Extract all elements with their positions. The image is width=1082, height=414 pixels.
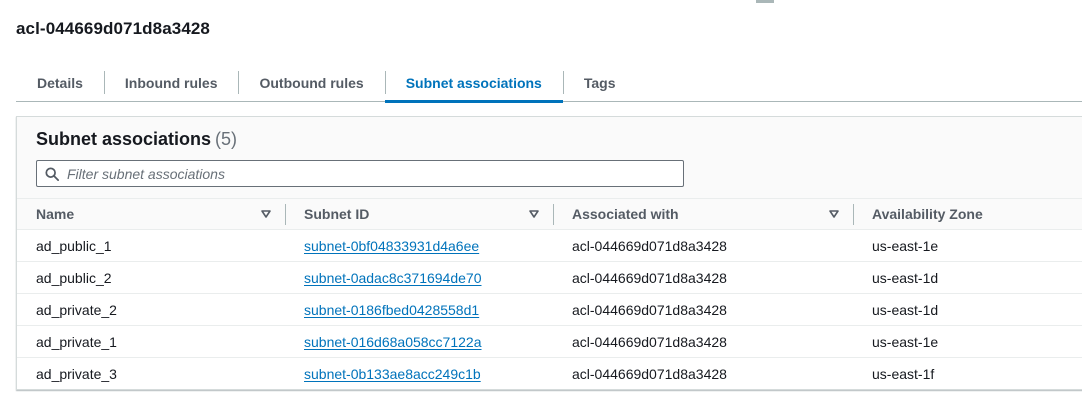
cell-associated-with: acl-044669d071d8a3428 bbox=[572, 237, 727, 254]
cell-associated-with: acl-044669d071d8a3428 bbox=[572, 301, 727, 318]
subnet-link[interactable]: subnet-0adac8c371694de70 bbox=[304, 270, 482, 286]
cell-name: ad_public_1 bbox=[36, 237, 112, 254]
cell-subnet-id: subnet-0b133ae8acc249c1b bbox=[285, 358, 553, 390]
column-label: Subnet ID bbox=[304, 206, 370, 222]
tab-details[interactable]: Details bbox=[16, 64, 104, 101]
column-header-availability-zone[interactable]: Availability Zone bbox=[853, 198, 1082, 230]
column-label: Availability Zone bbox=[872, 206, 983, 222]
cell-name: ad_public_2 bbox=[36, 269, 112, 286]
cell-name: ad_private_2 bbox=[36, 301, 117, 318]
subnet-link[interactable]: subnet-016d68a058cc7122a bbox=[304, 334, 482, 350]
panel-count: (5) bbox=[215, 129, 238, 149]
cell-name: ad_private_1 bbox=[36, 333, 117, 350]
table-row[interactable]: ad_public_2 subnet-0adac8c371694de70 acl… bbox=[17, 262, 1082, 294]
column-label: Associated with bbox=[572, 206, 679, 222]
table-row[interactable]: ad_private_2 subnet-0186fbed0428558d1 ac… bbox=[17, 294, 1082, 326]
column-header-name[interactable]: Name bbox=[17, 198, 285, 230]
cell-subnet-id: subnet-016d68a058cc7122a bbox=[285, 326, 553, 358]
cell-subnet-id: subnet-0bf04833931d4a6ee bbox=[285, 230, 553, 262]
cell-availability-zone: us-east-1e bbox=[872, 237, 939, 254]
table-row[interactable]: ad_private_3 subnet-0b133ae8acc249c1b ac… bbox=[17, 358, 1082, 390]
table-row[interactable]: ad_private_1 subnet-016d68a058cc7122a ac… bbox=[17, 326, 1082, 358]
subnet-associations-table: Name Subnet ID Associated with Availabil… bbox=[17, 198, 1082, 390]
cell-availability-zone: us-east-1d bbox=[872, 301, 939, 318]
table-row[interactable]: ad_public_1 subnet-0bf04833931d4a6ee acl… bbox=[17, 230, 1082, 262]
cell-availability-zone: us-east-1f bbox=[872, 365, 935, 382]
cell-availability-zone: us-east-1d bbox=[872, 269, 939, 286]
page: acl-044669d071d8a3428 Details Inbound ru… bbox=[0, 0, 1082, 414]
search-icon bbox=[37, 161, 67, 186]
filter-box[interactable] bbox=[36, 160, 684, 187]
caret-down-icon[interactable] bbox=[528, 208, 540, 220]
tab-bar: Details Inbound rules Outbound rules Sub… bbox=[16, 64, 1082, 103]
column-label: Name bbox=[36, 206, 75, 222]
cell-associated-with: acl-044669d071d8a3428 bbox=[572, 269, 727, 286]
subnet-associations-panel: Subnet associations(5) Name bbox=[16, 116, 1082, 390]
cell-associated-with: acl-044669d071d8a3428 bbox=[572, 333, 727, 350]
cell-associated-with: acl-044669d071d8a3428 bbox=[572, 365, 727, 382]
caret-down-icon[interactable] bbox=[828, 208, 840, 220]
scroll-indicator bbox=[756, 0, 774, 3]
column-header-subnet-id[interactable]: Subnet ID bbox=[285, 198, 553, 230]
page-title: acl-044669d071d8a3428 bbox=[16, 19, 210, 38]
table-header-row: Name Subnet ID Associated with Availabil… bbox=[17, 198, 1082, 230]
caret-down-icon[interactable] bbox=[260, 208, 272, 220]
cell-subnet-id: subnet-0186fbed0428558d1 bbox=[285, 294, 553, 326]
subnet-link[interactable]: subnet-0186fbed0428558d1 bbox=[304, 302, 479, 318]
tab-inbound-rules[interactable]: Inbound rules bbox=[103, 64, 239, 101]
column-header-associated-with[interactable]: Associated with bbox=[553, 198, 853, 230]
panel-title-text: Subnet associations bbox=[36, 129, 212, 149]
tab-outbound-rules[interactable]: Outbound rules bbox=[238, 64, 384, 101]
tab-subnet-associations[interactable]: Subnet associations bbox=[384, 64, 564, 103]
panel-title: Subnet associations (5) bbox=[36, 129, 237, 150]
subnet-link[interactable]: subnet-0b133ae8acc249c1b bbox=[304, 366, 481, 382]
panel-header: Subnet associations (5) bbox=[17, 117, 1082, 198]
tab-tags[interactable]: Tags bbox=[562, 64, 637, 101]
cell-name: ad_private_3 bbox=[36, 365, 117, 382]
filter-input[interactable] bbox=[67, 161, 667, 186]
cell-availability-zone: us-east-1e bbox=[872, 333, 939, 350]
cell-subnet-id: subnet-0adac8c371694de70 bbox=[285, 262, 553, 294]
subnet-link[interactable]: subnet-0bf04833931d4a6ee bbox=[304, 238, 479, 254]
